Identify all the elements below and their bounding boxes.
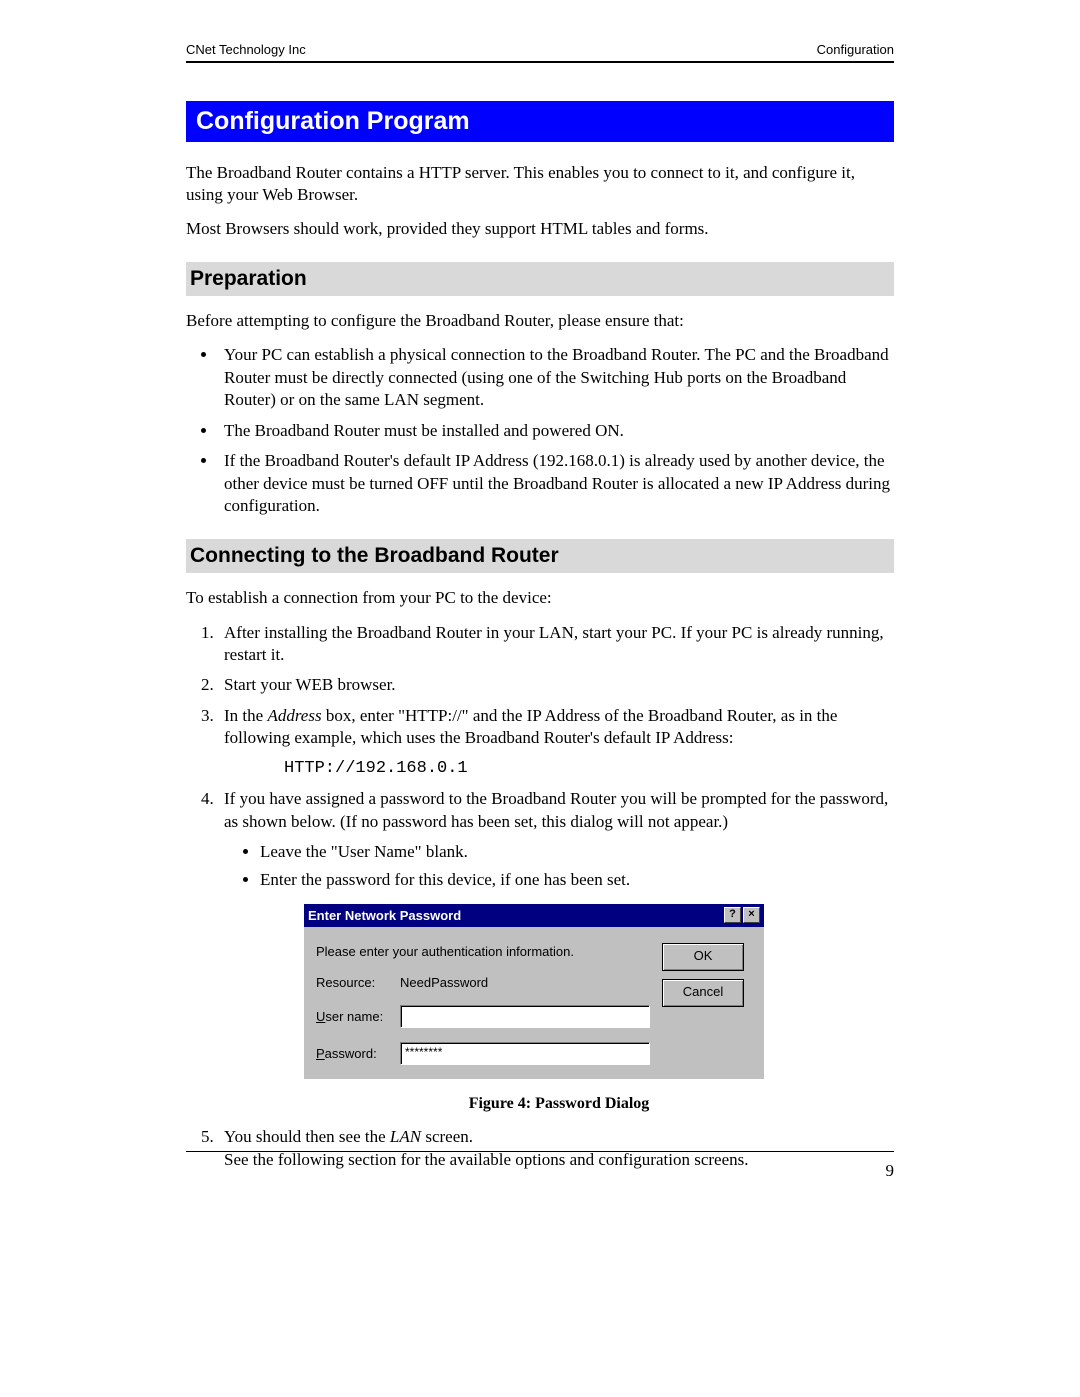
header-right: Configuration: [817, 42, 894, 57]
password-input[interactable]: ********: [400, 1042, 650, 1065]
password-dialog: Enter Network Password ? × Please enter …: [304, 904, 764, 1079]
preparation-heading: Preparation: [186, 262, 894, 296]
connecting-steps: After installing the Broadband Router in…: [186, 622, 894, 1172]
dialog-instruction: Please enter your authentication informa…: [316, 943, 650, 960]
list-item: If the Broadband Router's default IP Add…: [218, 450, 894, 517]
step-4-sublist: Leave the "User Name" blank. Enter the p…: [224, 841, 894, 892]
password-label: Password:: [316, 1045, 400, 1062]
step-5: You should then see the LAN screen. See …: [218, 1126, 894, 1171]
dialog-titlebar: Enter Network Password ? ×: [304, 904, 764, 927]
cancel-button[interactable]: Cancel: [662, 979, 744, 1007]
main-title: Configuration Program: [186, 101, 894, 142]
list-item: Leave the "User Name" blank.: [260, 841, 894, 863]
close-icon[interactable]: ×: [743, 907, 760, 923]
resource-value: NeedPassword: [400, 974, 488, 991]
intro-paragraph-1: The Broadband Router contains a HTTP ser…: [186, 162, 894, 206]
resource-label: Resource:: [316, 974, 400, 991]
figure-caption: Figure 4: Password Dialog: [224, 1093, 894, 1114]
connecting-heading: Connecting to the Broadband Router: [186, 539, 894, 573]
example-url: HTTP://192.168.0.1: [284, 758, 894, 780]
step-4: If you have assigned a password to the B…: [218, 788, 894, 1114]
step-3: In the Address box, enter "HTTP://" and …: [218, 705, 894, 780]
page-number: 9: [886, 1161, 895, 1181]
header-left: CNet Technology Inc: [186, 42, 306, 57]
list-item: Your PC can establish a physical connect…: [218, 344, 894, 411]
preparation-lead: Before attempting to configure the Broad…: [186, 310, 894, 332]
page-header: CNet Technology Inc Configuration: [186, 42, 894, 63]
footer-rule: [186, 1151, 894, 1152]
connecting-lead: To establish a connection from your PC t…: [186, 587, 894, 609]
step-1: After installing the Broadband Router in…: [218, 622, 894, 667]
username-label: User name:: [316, 1008, 400, 1025]
username-input[interactable]: [400, 1005, 650, 1028]
intro-paragraph-2: Most Browsers should work, provided they…: [186, 218, 894, 240]
list-item: Enter the password for this device, if o…: [260, 869, 894, 891]
dialog-body: Please enter your authentication informa…: [304, 927, 764, 1079]
preparation-list: Your PC can establish a physical connect…: [186, 344, 894, 517]
step-2: Start your WEB browser.: [218, 674, 894, 696]
ok-button[interactable]: OK: [662, 943, 744, 971]
list-item: The Broadband Router must be installed a…: [218, 420, 894, 442]
help-icon[interactable]: ?: [724, 907, 741, 923]
dialog-title-text: Enter Network Password: [308, 907, 461, 924]
